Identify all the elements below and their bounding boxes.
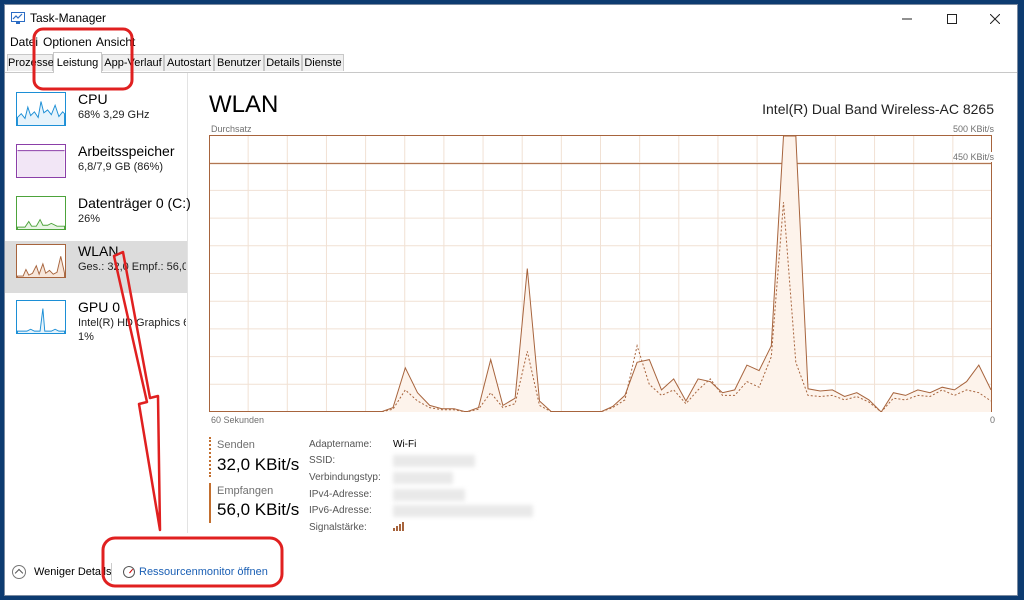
menu-datei[interactable]: Datei	[10, 35, 38, 49]
minimize-button[interactable]	[885, 5, 929, 32]
prop-label: IPv4-Adresse:	[309, 489, 372, 500]
menu-bar: Datei Optionen Ansicht	[5, 33, 1017, 51]
throughput-graph	[209, 135, 992, 412]
sidebar-item-sub: Ges.: 32,0 Empf.: 56,0 KBit/s	[78, 261, 186, 273]
adapter-name: Intel(R) Dual Band Wireless-AC 8265	[762, 101, 994, 117]
prop-label: Signalstärke:	[309, 522, 367, 533]
resource-monitor-icon[interactable]	[123, 566, 135, 578]
send-indicator	[209, 437, 211, 477]
graph-label: Durchsatz	[211, 124, 252, 134]
tab-autostart[interactable]: Autostart	[164, 54, 214, 71]
sidebar-item-sub: 6,8/7,9 GB (86%)	[78, 161, 163, 173]
prop-value: Wi-Fi	[393, 439, 417, 450]
graph-max-label: 500 KBit/s	[952, 124, 994, 134]
graph-line-label: 450 KBit/s	[952, 152, 994, 162]
redacted-type	[393, 472, 453, 484]
sidebar-item-name: CPU	[78, 91, 108, 107]
tab-app-verlauf[interactable]: App-Verlauf	[102, 54, 164, 71]
prop-label: Adaptername:	[309, 439, 372, 450]
sidebar-item-gpu[interactable]: GPU 0 Intel(R) HD Graphics 620 1%	[5, 297, 187, 353]
task-manager-icon	[11, 12, 25, 24]
sidebar-item-name: Datenträger 0 (C:)	[78, 195, 191, 211]
sidebar-item-name: WLAN	[78, 243, 119, 259]
footer-bar: Weniger Details Ressourcenmonitor öffnen	[5, 555, 1017, 595]
close-button[interactable]	[973, 5, 1017, 32]
send-label: Senden	[217, 439, 255, 451]
prop-label: SSID:	[309, 455, 336, 466]
tab-bar: Prozesse Leistung App-Verlauf Autostart …	[5, 52, 1017, 73]
resource-sidebar: CPU 68% 3,29 GHz Arbeitsspeicher 6,8/7,9…	[5, 73, 191, 533]
recv-value: 56,0 KBit/s	[217, 500, 300, 519]
sidebar-item-memory[interactable]: Arbeitsspeicher 6,8/7,9 GB (86%)	[5, 141, 187, 193]
recv-indicator	[209, 483, 211, 523]
window-title: Task-Manager	[30, 11, 107, 25]
close-icon	[990, 13, 1000, 24]
sidebar-item-sub: 26%	[78, 213, 101, 225]
redacted-ipv6	[393, 505, 533, 517]
sidebar-item-cpu[interactable]: CPU 68% 3,29 GHz	[5, 89, 187, 141]
tab-benutzer[interactable]: Benutzer	[214, 54, 264, 71]
cpu-graph-icon	[16, 92, 66, 126]
menu-optionen[interactable]: Optionen	[43, 35, 92, 49]
fewer-details-link[interactable]: Weniger Details	[34, 566, 111, 578]
sidebar-item-name: GPU 0	[78, 299, 121, 315]
maximize-button[interactable]	[930, 5, 974, 32]
graph-time-label: 60 Sekunden	[211, 415, 265, 425]
tab-prozesse[interactable]: Prozesse	[7, 54, 54, 71]
graph-zero-label: 0	[989, 415, 995, 425]
wlan-graph-icon	[16, 244, 66, 278]
tab-details[interactable]: Details	[264, 54, 302, 71]
memory-graph-icon	[16, 144, 66, 178]
signal-strength-icon	[393, 522, 404, 531]
resource-monitor-link[interactable]: Ressourcenmonitor öffnen	[139, 566, 268, 578]
tab-dienste[interactable]: Dienste	[302, 54, 344, 71]
detail-panel: WLAN Intel(R) Dual Band Wireless-AC 8265…	[195, 73, 1015, 543]
chevron-up-icon[interactable]	[12, 565, 26, 579]
sidebar-item-disk[interactable]: Datenträger 0 (C:) 26%	[5, 193, 191, 245]
prop-label: Verbindungstyp:	[309, 472, 381, 483]
sidebar-item-sub: 68% 3,29 GHz	[78, 109, 150, 121]
prop-label: IPv6-Adresse:	[309, 505, 372, 516]
title-bar[interactable]: Task-Manager	[5, 5, 1017, 32]
sidebar-item-name: Arbeitsspeicher	[78, 143, 175, 159]
task-manager-window: Task-Manager Datei Optionen Ansicht Proz…	[4, 4, 1018, 596]
redacted-ssid	[393, 455, 475, 467]
maximize-icon	[947, 13, 957, 24]
sidebar-item-sub: 1%	[78, 331, 94, 343]
minimize-icon	[902, 18, 912, 19]
redacted-ipv4	[393, 489, 465, 501]
sidebar-item-sub: Intel(R) HD Graphics 620	[78, 317, 186, 329]
detail-title: WLAN	[209, 91, 279, 118]
recv-label: Empfangen	[217, 485, 274, 497]
sidebar-item-wlan[interactable]: WLAN Ges.: 32,0 Empf.: 56,0 KBit/s	[5, 241, 187, 293]
tab-leistung[interactable]: Leistung	[53, 52, 102, 73]
gpu-graph-icon	[16, 300, 66, 334]
disk-graph-icon	[16, 196, 66, 230]
send-value: 32,0 KBit/s	[217, 455, 300, 474]
footer-divider	[111, 563, 112, 581]
menu-ansicht[interactable]: Ansicht	[96, 35, 135, 49]
